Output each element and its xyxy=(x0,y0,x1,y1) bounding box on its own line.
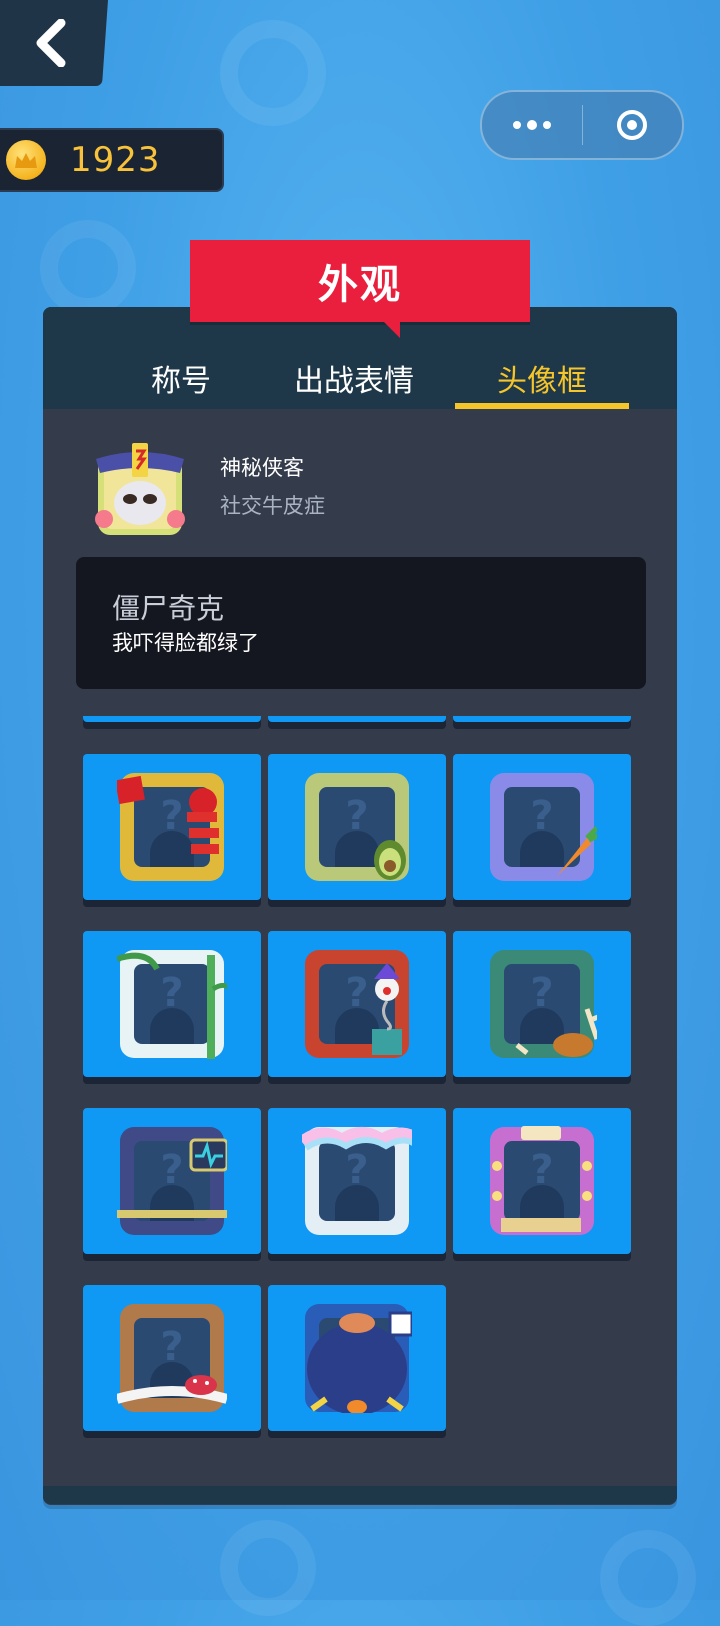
avocado-frame-icon: ? xyxy=(305,773,409,881)
more-dots-icon xyxy=(512,120,551,130)
background-pattern xyxy=(220,1520,316,1616)
coin-value: 1923 xyxy=(70,140,161,180)
selected-item-description: 僵尸奇克 我吓得脸都绿了 xyxy=(76,557,646,689)
background-pattern xyxy=(600,1530,696,1626)
page-title: 外观 xyxy=(190,240,530,338)
frame-item-monitor-frame[interactable]: ? xyxy=(83,1108,261,1254)
crown-coin-icon xyxy=(6,140,46,180)
toy-machine-frame-icon: ? xyxy=(490,1126,594,1235)
mini-program-capsule xyxy=(480,90,684,160)
profile-name: 神秘侠客 xyxy=(220,456,304,480)
jester-box-frame-icon: ? xyxy=(305,950,409,1058)
selected-item-text: 我吓得脸都绿了 xyxy=(112,631,259,655)
frame-item-penguin-frame[interactable]: ? xyxy=(268,1285,446,1431)
frame-item-toy-machine-frame[interactable]: ? xyxy=(453,1108,631,1254)
frame-item-partial[interactable] xyxy=(83,716,261,722)
donut-frame-icon: ? xyxy=(117,1304,227,1412)
bamboo-frame-icon: ? xyxy=(117,950,227,1059)
penguin-frame-icon: ? xyxy=(305,1304,412,1413)
background-pattern xyxy=(220,20,326,126)
tab-avatar-frame[interactable]: 头像框 xyxy=(455,347,629,409)
firecracker-frame-icon: ? xyxy=(117,773,224,881)
monitor-frame-icon: ? xyxy=(117,1127,227,1235)
panel-footer xyxy=(43,1486,677,1504)
background-pattern xyxy=(40,220,136,316)
coin-balance: 1923 xyxy=(0,128,224,192)
frame-item-rainbow-cloud-frame[interactable]: ? xyxy=(268,1108,446,1254)
frame-item-carrot-frame[interactable]: ? xyxy=(453,754,631,900)
frame-item-firecracker-frame[interactable]: ? xyxy=(83,754,261,900)
frame-item-bamboo-frame[interactable]: ? xyxy=(83,931,261,1077)
close-button[interactable] xyxy=(583,92,683,158)
coral-frame-icon: ? xyxy=(490,950,597,1058)
selected-item-name: 僵尸奇克 xyxy=(112,592,225,625)
frame-item-partial[interactable] xyxy=(453,716,631,722)
chevron-left-icon xyxy=(36,19,66,67)
frame-grid: ??????????? xyxy=(43,716,677,1476)
back-button[interactable] xyxy=(0,0,108,86)
frame-item-donut-frame[interactable]: ? xyxy=(83,1285,261,1431)
more-button[interactable] xyxy=(482,92,582,158)
target-circle-icon xyxy=(617,110,648,140)
tab-title[interactable]: 称号 xyxy=(121,347,241,409)
frame-item-coral-frame[interactable]: ? xyxy=(453,931,631,1077)
rainbow-cloud-frame-icon: ? xyxy=(302,1127,412,1235)
frame-item-jester-box-frame[interactable]: ? xyxy=(268,931,446,1077)
carrot-frame-icon: ? xyxy=(490,773,597,881)
avatar xyxy=(95,443,185,535)
tab-battle-emote[interactable]: 出战表情 xyxy=(279,347,429,409)
tab-bar: 称号 出战表情 头像框 xyxy=(43,347,677,409)
frame-item-partial[interactable] xyxy=(268,716,446,722)
frame-item-avocado-frame[interactable]: ? xyxy=(268,754,446,900)
panel-header: 称号 出战表情 头像框 xyxy=(43,307,677,409)
profile-title: 社交牛皮症 xyxy=(220,494,325,518)
